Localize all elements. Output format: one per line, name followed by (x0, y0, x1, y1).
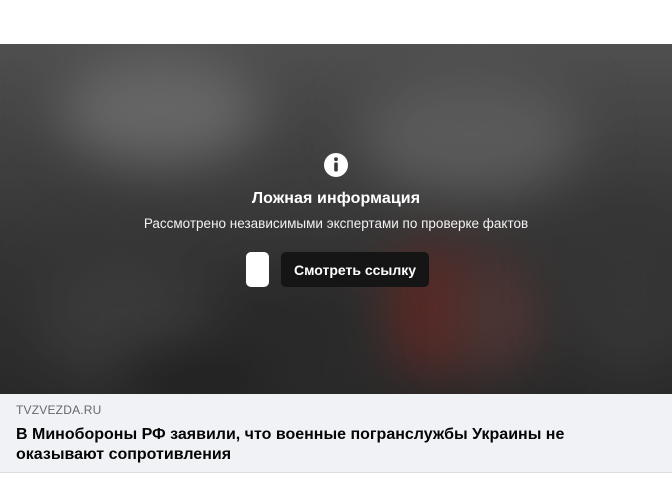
white-control[interactable] (246, 252, 269, 287)
link-meta[interactable]: TVZVEZDA.RU В Минобороны РФ заявили, что… (0, 394, 672, 472)
warning-title: Ложная информация (251, 190, 421, 207)
false-info-warning: Ложная информация Рассмотрено независимы… (0, 152, 672, 231)
divider (0, 472, 672, 473)
link-preview-card[interactable]: Ложная информация Рассмотрено независимы… (0, 44, 672, 472)
link-headline[interactable]: В Минобороны РФ заявили, что военные пог… (16, 425, 616, 465)
warning-subtitle: Рассмотрено независимыми экспертами по п… (143, 216, 529, 231)
see-link-button[interactable]: Смотреть ссылку (281, 252, 430, 287)
info-icon (324, 153, 348, 177)
warning-actions: Смотреть ссылку (246, 252, 430, 287)
link-domain: TVZVEZDA.RU (16, 403, 102, 417)
blurred-preview-image[interactable]: Ложная информация Рассмотрено независимы… (0, 44, 672, 394)
